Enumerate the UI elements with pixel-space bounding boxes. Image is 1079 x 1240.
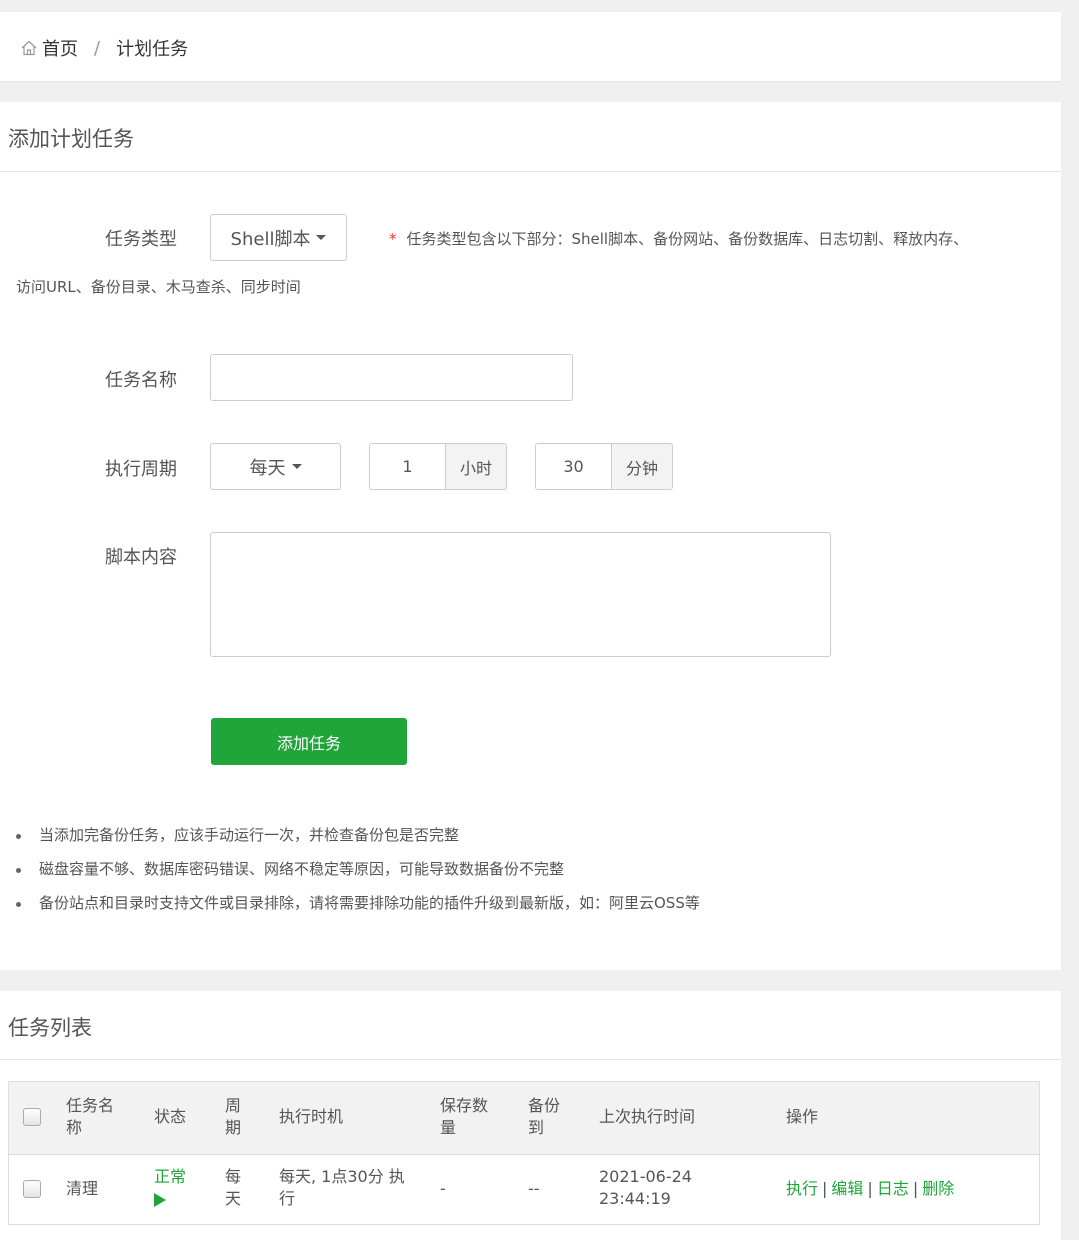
breadcrumb-bar: 首页 / 计划任务 [0, 12, 1061, 82]
row-ops: 执行 | 编辑 | 日志 | 删除 [786, 1178, 954, 1200]
ops-separator: | [822, 1179, 828, 1198]
task-type-value: Shell脚本 [230, 228, 311, 250]
tip-item: 当添加完备份任务，应该手动运行一次，并检查备份包是否完整 [16, 824, 700, 858]
task-name-label: 任务名称 [105, 370, 177, 391]
col-timing: 执行时机 [279, 1107, 344, 1126]
period-label: 执行周期 [105, 459, 177, 480]
ops-separator: | [912, 1179, 919, 1198]
period-value: 每天 [249, 457, 286, 479]
status-text: 正常 [154, 1167, 187, 1186]
col-ops: 操作 [786, 1107, 819, 1126]
play-icon[interactable] [154, 1193, 166, 1207]
task-type-dropdown[interactable]: Shell脚本 [210, 214, 347, 261]
log-link[interactable]: 日志 [877, 1179, 909, 1198]
row-status[interactable]: 正常 [154, 1166, 186, 1213]
edit-link[interactable]: 编辑 [831, 1179, 863, 1198]
run-link[interactable]: 执行 [786, 1179, 818, 1198]
breadcrumb-separator: / [94, 37, 101, 59]
title-divider [0, 171, 1061, 172]
col-keep-line: 保存数 [440, 1096, 489, 1115]
task-type-label: 任务类型 [105, 229, 177, 250]
caret-down-icon [291, 464, 302, 469]
row-timing: 每天, 1点30分 执 行 [279, 1166, 405, 1210]
tips-list: 当添加完备份任务，应该手动运行一次，并检查备份包是否完整 磁盘容量不够、数据库密… [16, 824, 700, 926]
table-row: 清理 正常 每 天 每天, 1点30分 执 行 - -- 2021-06-24 … [9, 1154, 1039, 1224]
add-task-panel: 添加计划任务 任务类型 Shell脚本 * 任务类型包含以下部分：Shell脚本、… [0, 102, 1061, 970]
row-period-line: 每 [225, 1167, 242, 1186]
row-timing-line: 每天, 1点30分 执 [279, 1167, 405, 1186]
task-table: 任务名 称 状态 周 期 执行时机 保存数 量 备份 到 上次执行时间 操作 清… [8, 1081, 1040, 1225]
tip-item: 备份站点和目录时支持文件或目录排除，请将需要排除功能的插件升级到最新版，如：阿里… [16, 892, 700, 926]
ops-separator: | [867, 1179, 873, 1198]
caret-down-icon [316, 235, 327, 240]
col-period-line: 周 [225, 1096, 242, 1115]
row-period-line: 天 [225, 1189, 242, 1208]
col-name: 任务名 称 [66, 1095, 114, 1139]
tip-item: 磁盘容量不够、数据库密码错误、网络不稳定等原因，可能导致数据备份不完整 [16, 858, 700, 892]
task-list-panel: 任务列表 任务名 称 状态 周 期 执行时机 保存数 量 备份 到 上次执行时间 [0, 991, 1061, 1240]
row-last-run: 2021-06-24 23:44:19 [599, 1166, 692, 1210]
period-dropdown[interactable]: 每天 [210, 443, 341, 490]
col-name-line: 任务名 [66, 1096, 115, 1115]
task-type-hint-line2: 访问URL、备份目录、木马查杀、同步时间 [16, 278, 301, 296]
row-backup-to: -- [528, 1179, 540, 1198]
col-period: 周 期 [225, 1095, 241, 1139]
row-keep: - [440, 1179, 446, 1198]
col-last-run: 上次执行时间 [599, 1107, 696, 1126]
row-last-run-line: 2021-06-24 [599, 1167, 692, 1186]
col-keep: 保存数 量 [440, 1095, 488, 1139]
col-period-line: 期 [225, 1118, 242, 1137]
row-timing-line: 行 [279, 1189, 296, 1208]
required-star: * [389, 230, 397, 248]
add-task-button[interactable]: 添加任务 [211, 718, 407, 765]
col-backup-to: 备份 到 [528, 1095, 560, 1139]
breadcrumb: 首页 / 计划任务 [20, 36, 188, 60]
row-period: 每 天 [225, 1166, 241, 1210]
breadcrumb-home-link[interactable]: 首页 [42, 35, 78, 61]
script-label: 脚本内容 [105, 547, 177, 568]
col-backup-line: 到 [528, 1118, 545, 1137]
delete-link[interactable]: 删除 [922, 1179, 954, 1198]
hour-unit: 小时 [445, 443, 507, 490]
col-backup-line: 备份 [528, 1096, 561, 1115]
task-list-title: 任务列表 [8, 1016, 92, 1040]
row-last-run-line: 23:44:19 [599, 1189, 671, 1208]
breadcrumb-current: 计划任务 [116, 39, 189, 60]
select-all-checkbox[interactable] [23, 1108, 41, 1126]
minute-input[interactable]: 30 [535, 443, 612, 490]
task-name-input[interactable] [210, 354, 573, 401]
col-keep-line: 量 [440, 1118, 457, 1137]
add-task-title: 添加计划任务 [8, 127, 134, 151]
task-type-hint: * 任务类型包含以下部分：Shell脚本、备份网站、备份数据库、日志切割、释放内存… [389, 228, 968, 249]
table-header: 任务名 称 状态 周 期 执行时机 保存数 量 备份 到 上次执行时间 操作 [9, 1082, 1039, 1155]
home-icon[interactable] [20, 39, 38, 57]
minute-unit: 分钟 [611, 443, 673, 490]
hour-input[interactable]: 1 [369, 443, 446, 490]
row-name: 清理 [66, 1179, 99, 1198]
list-divider [0, 1059, 1061, 1060]
scrollbar[interactable] [1061, 0, 1079, 1240]
col-status: 状态 [154, 1107, 187, 1126]
col-name-line: 称 [66, 1118, 83, 1137]
row-checkbox[interactable] [23, 1180, 41, 1198]
script-textarea[interactable] [210, 532, 831, 657]
task-type-hint-line1: 任务类型包含以下部分：Shell脚本、备份网站、备份数据库、日志切割、释放内存、 [406, 230, 969, 248]
